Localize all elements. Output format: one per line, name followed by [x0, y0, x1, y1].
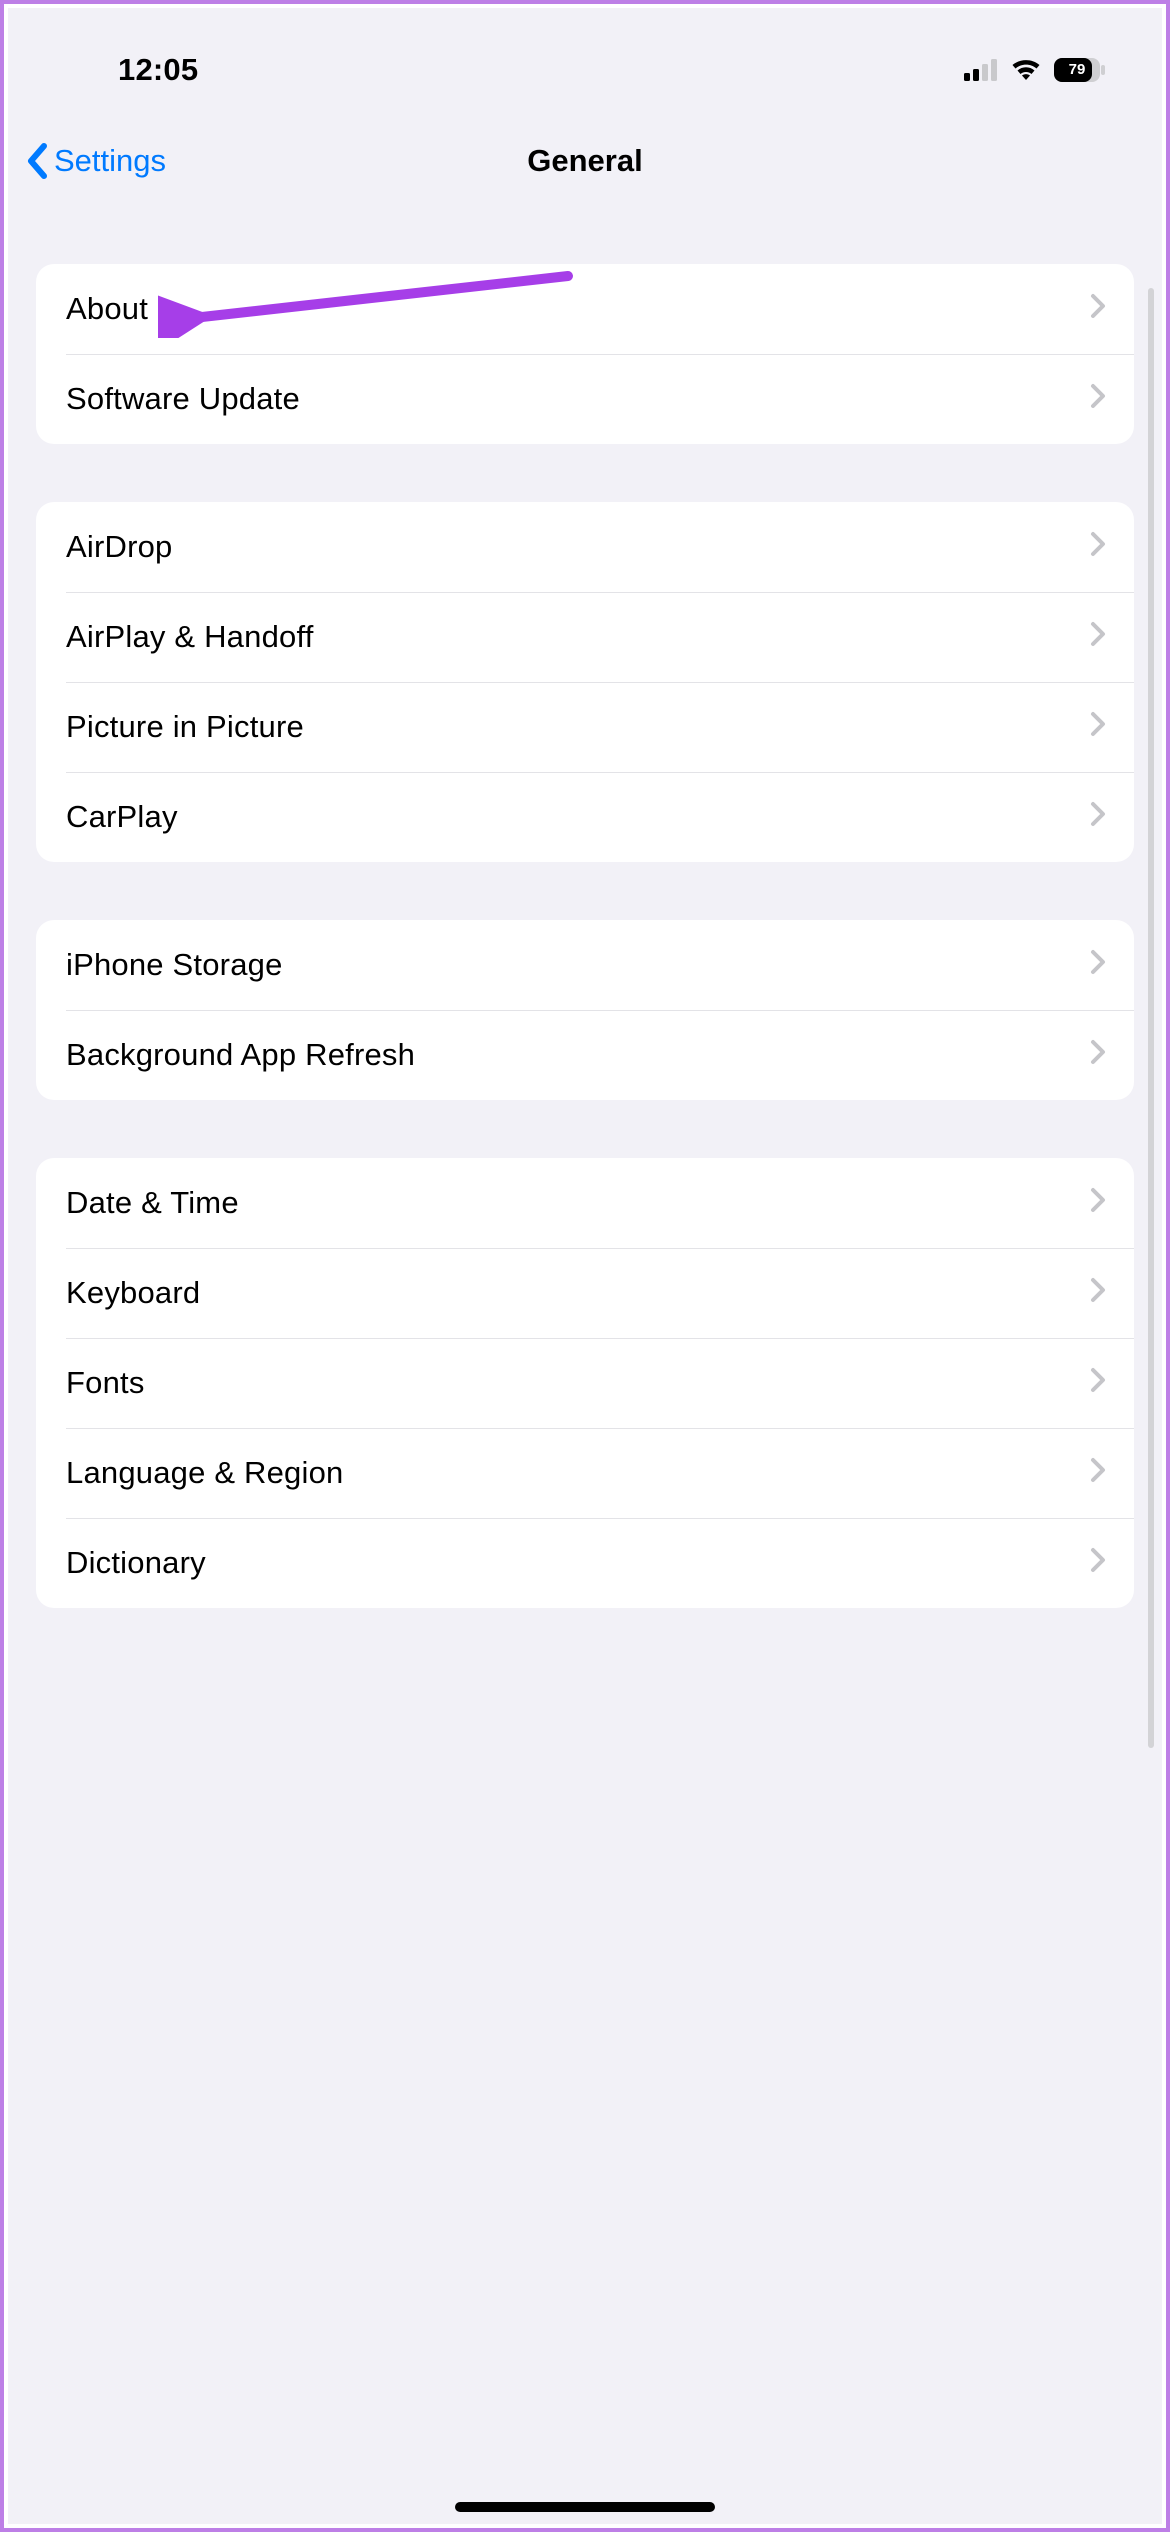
row-label: Software Update: [66, 381, 1090, 417]
row-iphone-storage[interactable]: iPhone Storage: [36, 920, 1134, 1010]
battery-icon: 79: [1054, 58, 1106, 82]
row-label: Date & Time: [66, 1185, 1090, 1221]
status-bar: 12:05: [8, 8, 1162, 116]
chevron-right-icon: [1090, 291, 1106, 327]
chevron-right-icon: [1090, 709, 1106, 745]
scroll-indicator[interactable]: [1148, 288, 1154, 1748]
chevron-right-icon: [1090, 1545, 1106, 1581]
row-language-region[interactable]: Language & Region: [36, 1428, 1134, 1518]
screen: 12:05: [8, 8, 1162, 2524]
row-label: About: [66, 291, 1090, 327]
row-background-app-refresh[interactable]: Background App Refresh: [36, 1010, 1134, 1100]
back-label: Settings: [54, 143, 166, 179]
row-label: Background App Refresh: [66, 1037, 1090, 1073]
cellular-icon: [964, 59, 998, 81]
group-0: About Software Update: [36, 264, 1134, 444]
row-label: AirPlay & Handoff: [66, 619, 1090, 655]
group-3: Date & Time Keyboard Fonts: [36, 1158, 1134, 1608]
row-fonts[interactable]: Fonts: [36, 1338, 1134, 1428]
chevron-right-icon: [1090, 1037, 1106, 1073]
chevron-right-icon: [1090, 1275, 1106, 1311]
row-label: Picture in Picture: [66, 709, 1090, 745]
nav-bar: Settings General: [8, 116, 1162, 206]
row-label: Language & Region: [66, 1455, 1090, 1491]
content: About Software Update AirDrop: [8, 264, 1162, 1608]
group-2: iPhone Storage Background App Refresh: [36, 920, 1134, 1100]
chevron-right-icon: [1090, 381, 1106, 417]
row-carplay[interactable]: CarPlay: [36, 772, 1134, 862]
row-date-time[interactable]: Date & Time: [36, 1158, 1134, 1248]
row-about[interactable]: About: [36, 264, 1134, 354]
row-label: CarPlay: [66, 799, 1090, 835]
battery-percent: 79: [1054, 58, 1100, 82]
status-time: 12:05: [118, 52, 198, 88]
group-1: AirDrop AirPlay & Handoff Picture in Pic…: [36, 502, 1134, 862]
screenshot-frame: 12:05: [0, 0, 1170, 2532]
chevron-right-icon: [1090, 947, 1106, 983]
chevron-right-icon: [1090, 1185, 1106, 1221]
home-indicator: [455, 2502, 715, 2512]
row-airplay-handoff[interactable]: AirPlay & Handoff: [36, 592, 1134, 682]
status-icons: 79: [964, 58, 1112, 82]
chevron-right-icon: [1090, 799, 1106, 835]
back-button[interactable]: Settings: [8, 143, 166, 179]
row-software-update[interactable]: Software Update: [36, 354, 1134, 444]
chevron-right-icon: [1090, 1365, 1106, 1401]
chevron-right-icon: [1090, 619, 1106, 655]
chevron-right-icon: [1090, 1455, 1106, 1491]
page-title: General: [8, 143, 1162, 179]
wifi-icon: [1010, 59, 1042, 81]
row-label: iPhone Storage: [66, 947, 1090, 983]
chevron-left-icon: [26, 143, 48, 179]
row-keyboard[interactable]: Keyboard: [36, 1248, 1134, 1338]
row-label: AirDrop: [66, 529, 1090, 565]
row-airdrop[interactable]: AirDrop: [36, 502, 1134, 592]
row-dictionary[interactable]: Dictionary: [36, 1518, 1134, 1608]
row-picture-in-picture[interactable]: Picture in Picture: [36, 682, 1134, 772]
chevron-right-icon: [1090, 529, 1106, 565]
row-label: Keyboard: [66, 1275, 1090, 1311]
row-label: Fonts: [66, 1365, 1090, 1401]
row-label: Dictionary: [66, 1545, 1090, 1581]
